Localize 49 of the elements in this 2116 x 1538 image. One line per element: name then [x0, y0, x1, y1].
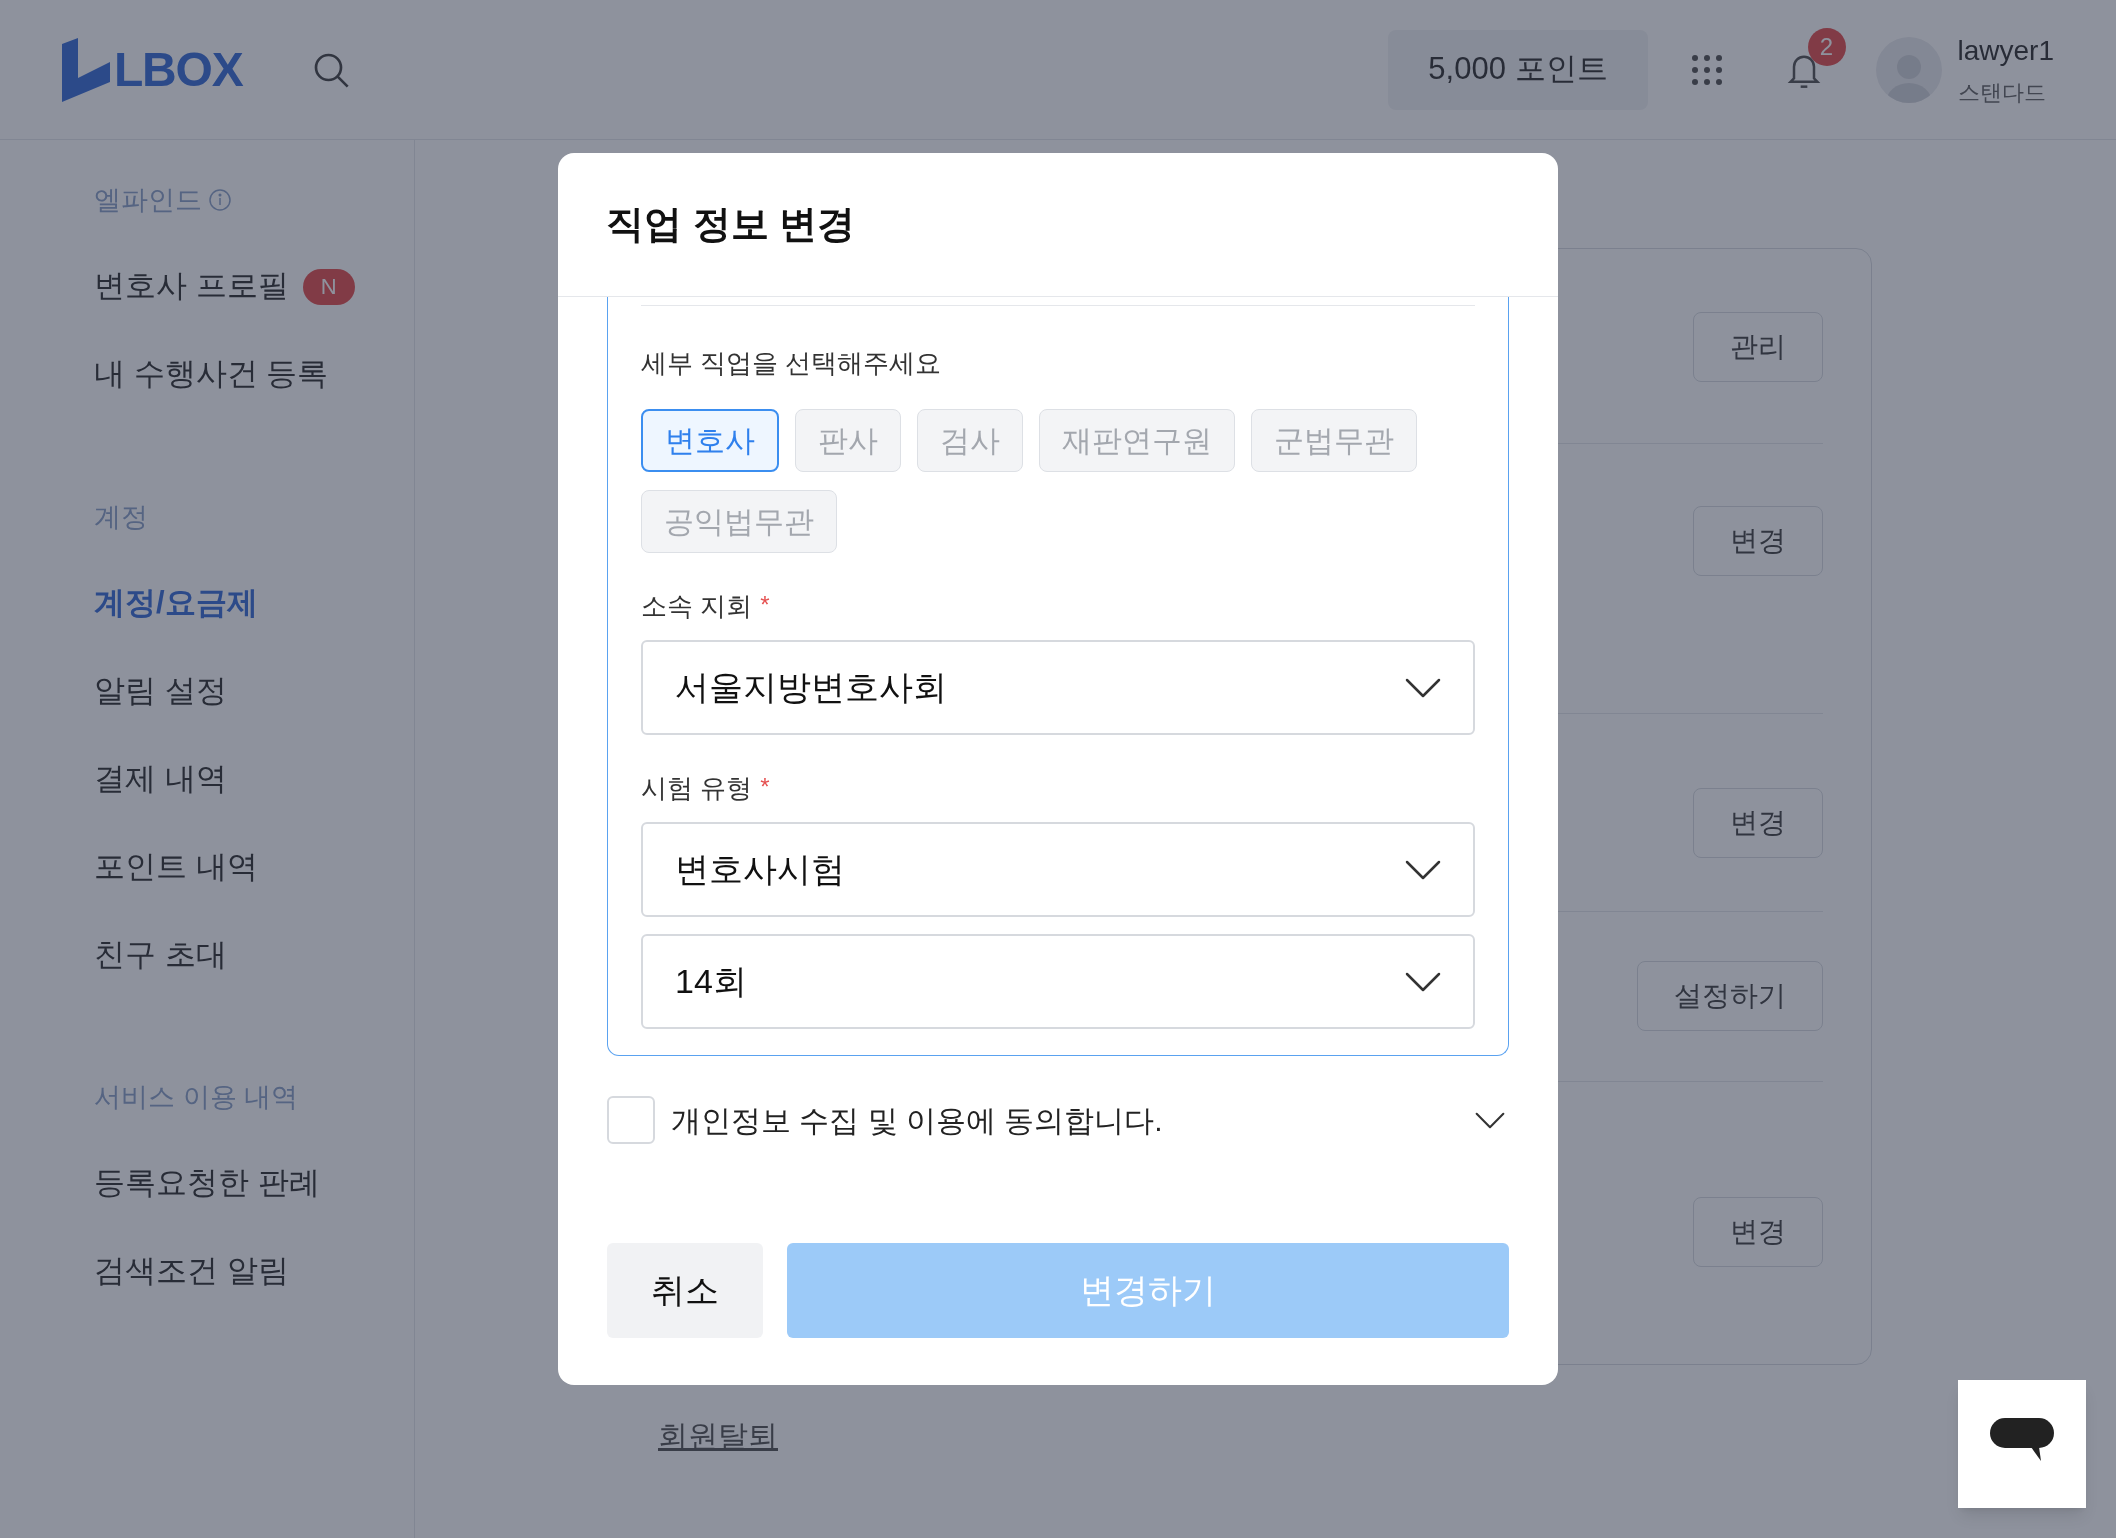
cancel-button[interactable]: 취소: [607, 1243, 763, 1338]
notification-badge: 2: [1807, 27, 1846, 66]
chat-button[interactable]: [1958, 1380, 2086, 1508]
chevron-down-icon: [1405, 859, 1441, 880]
chevron-down-icon: [1475, 1111, 1505, 1129]
apps-grid-icon[interactable]: [1689, 52, 1724, 87]
withdraw-link[interactable]: 회원탈퇴: [658, 1413, 778, 1458]
sidebar-link[interactable]: 검색조건 알림: [94, 1248, 289, 1295]
select-field[interactable]: 서울지방변호사회: [641, 640, 1475, 735]
field-label: 시험 유형: [641, 772, 753, 805]
logo-mark-icon: [62, 37, 110, 102]
chevron-down-icon: [1405, 971, 1441, 992]
section-heading: 서비스 이용 내역: [94, 1081, 298, 1114]
action-button[interactable]: 변경: [1693, 1197, 1823, 1267]
consent-checkbox[interactable]: [607, 1096, 655, 1144]
user-name: lawyer1: [1957, 34, 2054, 68]
job-chip[interactable]: 판사: [795, 409, 901, 472]
required-mark: *: [760, 590, 770, 620]
sidebar-link[interactable]: 계정/요금제: [94, 579, 258, 627]
user-plan: 스탠다드: [1957, 79, 2047, 107]
action-button[interactable]: 변경: [1693, 506, 1823, 576]
sidebar-link[interactable]: 친구 초대: [94, 931, 227, 979]
sidebar-link[interactable]: 등록요청한 판례: [94, 1160, 320, 1207]
field-label: 소속 지회: [641, 590, 753, 623]
sidebar-link[interactable]: 결제 내역: [94, 755, 227, 803]
job-chip[interactable]: 재판연구원: [1039, 409, 1235, 472]
sidebar-link[interactable]: 변호사 프로필: [94, 263, 289, 310]
logo-text: LBOX: [114, 41, 243, 98]
job-prompt: 세부 직업을 선택해주세요: [641, 348, 942, 378]
select-field[interactable]: 14회: [641, 934, 1475, 1029]
select-field[interactable]: 변호사시험: [641, 822, 1475, 917]
job-chip[interactable]: 검사: [917, 409, 1023, 472]
sidebar-link[interactable]: 포인트 내역: [94, 843, 258, 891]
new-badge: N: [302, 268, 355, 305]
section-heading: 계정: [94, 500, 148, 534]
job-chip[interactable]: 변호사: [641, 409, 779, 472]
action-button[interactable]: 설정하기: [1637, 961, 1823, 1031]
chevron-down-icon: [1405, 677, 1441, 698]
action-button[interactable]: 관리: [1693, 312, 1823, 382]
dialog-title: 직업 정보 변경: [606, 202, 856, 247]
job-chip[interactable]: 공익법무관: [641, 490, 837, 553]
action-button[interactable]: 변경: [1693, 788, 1823, 858]
points-button[interactable]: 5,000 포인트: [1388, 29, 1648, 110]
sidebar-link[interactable]: 내 수행사건 등록: [94, 351, 329, 398]
required-mark: *: [760, 772, 770, 802]
job-chip[interactable]: 군법무관: [1251, 409, 1417, 472]
sidebar-link[interactable]: 알림 설정: [94, 667, 227, 715]
consent-label: 개인정보 수집 및 이용에 동의합니다.: [671, 1102, 1163, 1139]
section-heading: 엘파인드: [94, 184, 202, 217]
